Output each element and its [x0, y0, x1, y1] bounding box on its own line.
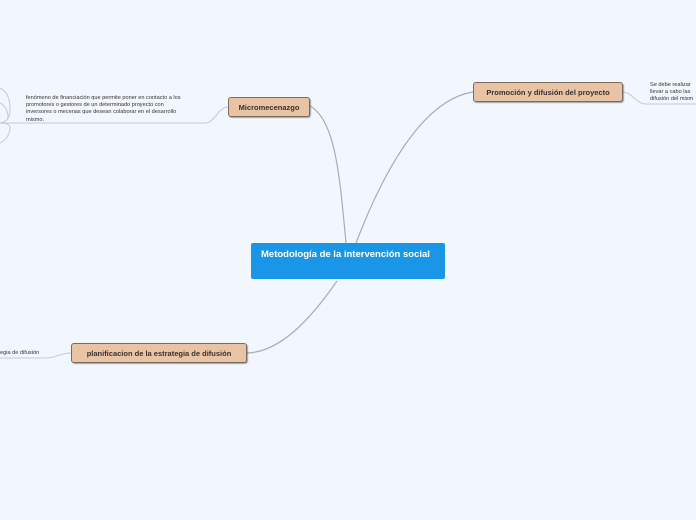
link-offscreen-1 [0, 87, 11, 124]
link-central-promocion [355, 91, 474, 244]
note-promocion[interactable]: Se debe realizar llevar a cabo las difus… [650, 82, 696, 104]
topic-promocion-difusion[interactable]: Promoción y difusión del proyecto [473, 82, 623, 102]
note-planificacion[interactable]: egia de difusión [0, 350, 46, 358]
link-offscreen-3 [0, 122, 11, 144]
link-central-micromecenazgo [309, 105, 347, 244]
topic-label: planificacion de la estrategia de difusi… [86, 348, 232, 358]
central-topic-label: Metodología de la intervención social [261, 249, 430, 260]
link-offscreen-2 [0, 102, 9, 119]
link-central-planificacion [246, 280, 338, 354]
mind-map-canvas[interactable]: Metodología de la intervención social Mi… [0, 0, 696, 520]
topic-label: Promoción y difusión del proyecto [486, 87, 610, 97]
topic-label: Micromecenazgo [238, 102, 300, 112]
topic-planificacion-estrategia[interactable]: planificacion de la estrategia de difusi… [71, 343, 247, 363]
topic-micromecenazgo[interactable]: Micromecenazgo [228, 97, 310, 117]
note-micromecenazgo[interactable]: fenómeno de financiación que permite pon… [26, 95, 216, 125]
central-topic[interactable]: Metodología de la intervención social [251, 243, 445, 279]
